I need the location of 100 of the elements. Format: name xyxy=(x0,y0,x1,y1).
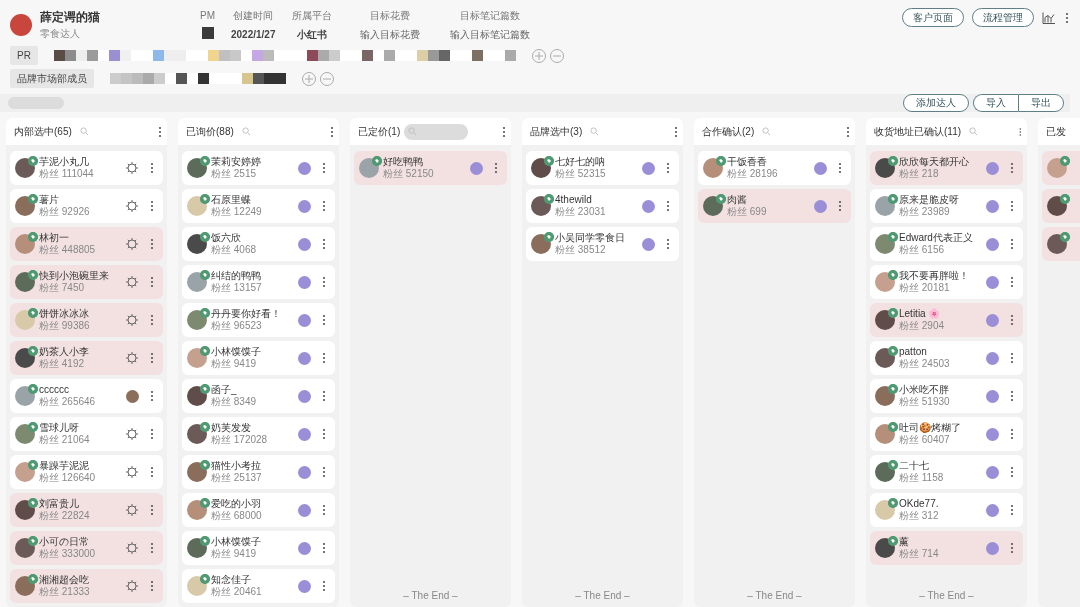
status-icon[interactable] xyxy=(642,161,655,175)
influencer-card[interactable]: 林初一 粉丝 448805 xyxy=(10,227,163,261)
status-icon[interactable] xyxy=(298,351,311,365)
input-field[interactable]: 输入目标花费 xyxy=(347,27,432,42)
more-icon[interactable] xyxy=(1009,542,1015,554)
more-icon[interactable] xyxy=(665,200,671,212)
status-icon[interactable] xyxy=(986,541,999,555)
influencer-card[interactable]: cccccc 粉丝 265646 xyxy=(10,379,163,413)
status-icon[interactable] xyxy=(986,237,999,251)
influencer-card[interactable]: 丹丹要你好看！ 粉丝 96523 xyxy=(182,303,335,337)
status-icon[interactable] xyxy=(986,161,999,175)
status-icon[interactable] xyxy=(298,237,311,251)
more-icon[interactable] xyxy=(1009,466,1015,478)
influencer-card[interactable]: 好吃鸭鸭 粉丝 52150 xyxy=(354,151,507,185)
gear-icon[interactable] xyxy=(125,465,139,479)
influencer-card[interactable]: OKde77. 粉丝 312 xyxy=(870,493,1023,527)
status-icon[interactable] xyxy=(986,465,999,479)
influencer-card[interactable]: 饭六欣 粉丝 4068 xyxy=(182,227,335,261)
gear-icon[interactable] xyxy=(125,503,139,517)
more-icon[interactable] xyxy=(149,428,155,440)
more-icon[interactable] xyxy=(1009,200,1015,212)
influencer-card[interactable]: 吐司🍪烤糊了 粉丝 60407 xyxy=(870,417,1023,451)
status-icon[interactable] xyxy=(814,199,827,213)
status-icon[interactable] xyxy=(986,389,999,403)
more-icon[interactable] xyxy=(149,466,155,478)
influencer-card[interactable]: 二十七 粉丝 1158 xyxy=(870,455,1023,489)
status-icon[interactable] xyxy=(470,161,483,175)
toolbar-button[interactable]: 导入 xyxy=(973,94,1018,112)
status-icon[interactable] xyxy=(298,503,311,517)
more-icon[interactable] xyxy=(673,125,679,138)
more-icon[interactable] xyxy=(329,125,335,138)
more-icon[interactable] xyxy=(837,162,843,174)
status-icon[interactable] xyxy=(298,465,311,479)
influencer-card[interactable]: 小林馍馍子 粉丝 9419 xyxy=(182,531,335,565)
influencer-card[interactable]: 快到小泡碗里来 粉丝 7450 xyxy=(10,265,163,299)
more-icon[interactable] xyxy=(149,238,155,250)
more-icon[interactable] xyxy=(1018,125,1023,138)
influencer-card[interactable]: 小吴同学零食日 粉丝 38512 xyxy=(526,227,679,261)
more-icon[interactable] xyxy=(321,238,327,250)
influencer-card[interactable]: 湘湘超会吃 粉丝 21333 xyxy=(10,569,163,603)
gear-icon[interactable] xyxy=(125,275,139,289)
influencer-card[interactable]: 干饭香香 粉丝 28196 xyxy=(698,151,851,185)
more-icon[interactable] xyxy=(149,276,155,288)
influencer-card[interactable]: 雪球儿呀 粉丝 21064 xyxy=(10,417,163,451)
influencer-card[interactable]: 小林馍馍子 粉丝 9419 xyxy=(182,341,335,375)
status-icon[interactable] xyxy=(814,161,827,175)
more-icon[interactable] xyxy=(1064,11,1070,24)
status-icon[interactable] xyxy=(986,351,999,365)
status-icon[interactable] xyxy=(986,199,999,213)
influencer-card[interactable]: 原来是脆皮呀 粉丝 23989 xyxy=(870,189,1023,223)
gear-icon[interactable] xyxy=(125,161,139,175)
gear-icon[interactable] xyxy=(125,351,139,365)
influencer-card[interactable]: 茉莉安婷婷 粉丝 2515 xyxy=(182,151,335,185)
influencer-card[interactable]: 石原里蝶 粉丝 12249 xyxy=(182,189,335,223)
more-icon[interactable] xyxy=(149,314,155,326)
more-icon[interactable] xyxy=(1009,238,1015,250)
more-icon[interactable] xyxy=(665,162,671,174)
toolbar-button[interactable]: 导出 xyxy=(1018,94,1064,112)
search-field[interactable] xyxy=(404,123,469,140)
status-icon[interactable] xyxy=(986,313,999,327)
influencer-card[interactable]: 肉酱 粉丝 699 xyxy=(698,189,851,223)
status-icon[interactable] xyxy=(298,427,311,441)
more-icon[interactable] xyxy=(321,466,327,478)
more-icon[interactable] xyxy=(157,125,163,138)
influencer-card[interactable]: 小可の日常 粉丝 333000 xyxy=(10,531,163,565)
gear-icon[interactable] xyxy=(125,579,139,593)
status-icon[interactable] xyxy=(298,313,311,327)
status-icon[interactable] xyxy=(298,275,311,289)
gear-icon[interactable] xyxy=(125,237,139,251)
influencer-card[interactable]: 函子_ 粉丝 8349 xyxy=(182,379,335,413)
influencer-card[interactable]: 知念佳子 粉丝 20461 xyxy=(182,569,335,603)
influencer-card[interactable]: 奶芙发发 粉丝 172028 xyxy=(182,417,335,451)
status-icon[interactable] xyxy=(642,199,655,213)
input-field[interactable]: 输入目标笔记篇数 xyxy=(447,27,532,42)
more-icon[interactable] xyxy=(321,276,327,288)
influencer-card[interactable]: 暴躁芋泥泥 粉丝 126640 xyxy=(10,455,163,489)
more-icon[interactable] xyxy=(845,125,851,138)
influencer-card[interactable]: 七好七的呐 粉丝 52315 xyxy=(526,151,679,185)
status-icon[interactable] xyxy=(986,275,999,289)
more-icon[interactable] xyxy=(1009,314,1015,326)
more-icon[interactable] xyxy=(321,390,327,402)
more-icon[interactable] xyxy=(837,200,843,212)
more-icon[interactable] xyxy=(1009,428,1015,440)
status-icon[interactable] xyxy=(642,237,655,251)
status-icon[interactable] xyxy=(986,427,999,441)
more-icon[interactable] xyxy=(665,238,671,250)
influencer-card[interactable]: 薰 粉丝 714 xyxy=(870,531,1023,565)
status-icon[interactable] xyxy=(298,199,311,213)
influencer-card[interactable]: patton 粉丝 24503 xyxy=(870,341,1023,375)
more-icon[interactable] xyxy=(321,200,327,212)
influencer-card[interactable]: Edward代表正义 粉丝 6156 xyxy=(870,227,1023,261)
header-button[interactable]: 客户页面 xyxy=(902,8,964,27)
influencer-card[interactable]: 奶茶人小李 粉丝 4192 xyxy=(10,341,163,375)
influencer-card[interactable]: 我不要再胖啦！ 粉丝 20181 xyxy=(870,265,1023,299)
more-icon[interactable] xyxy=(321,314,327,326)
header-button[interactable]: 流程管理 xyxy=(972,8,1034,27)
influencer-card[interactable]: Letitia 🌸 粉丝 2904 xyxy=(870,303,1023,337)
add-button[interactable]: 添加达人 xyxy=(903,94,969,112)
influencer-card[interactable]: 欣欣每天都开心 粉丝 218 xyxy=(870,151,1023,185)
status-icon[interactable] xyxy=(298,579,311,593)
